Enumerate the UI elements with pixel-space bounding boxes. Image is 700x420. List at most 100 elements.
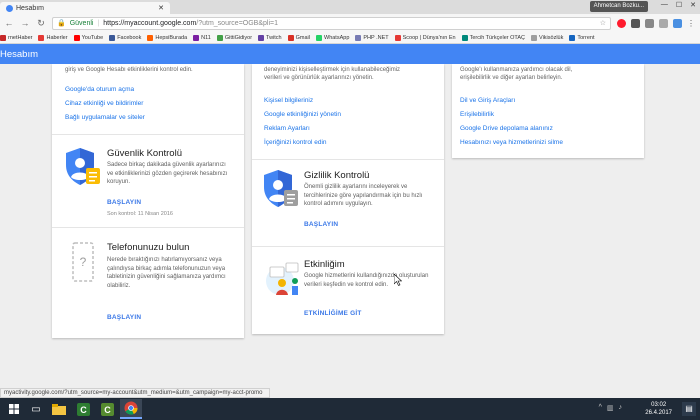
forward-icon[interactable]: → bbox=[20, 18, 30, 28]
bookmark-label: Gmail bbox=[295, 34, 310, 41]
chrome-icon[interactable] bbox=[120, 399, 142, 419]
section-intro: Google'ı kullanmanıza yardımcı olacak di… bbox=[460, 67, 573, 73]
find-phone-start-button[interactable]: BAŞLAYIN bbox=[107, 314, 141, 321]
link-ad-settings[interactable]: Reklam Ayarları bbox=[264, 125, 310, 132]
svg-text:C: C bbox=[104, 405, 111, 415]
menu-icon[interactable]: ⋮ bbox=[687, 19, 696, 28]
bookmark-item[interactable]: rnetHaber bbox=[0, 34, 33, 41]
bookmark-label: Facebook bbox=[117, 34, 142, 41]
tab-title: Hesabım bbox=[16, 4, 45, 12]
privacy-checkup-title: Gizlilik Kontrolü bbox=[304, 170, 370, 181]
sign-in-security-card: giriş ve Google Hesabı etkinliklerini ko… bbox=[52, 64, 244, 338]
my-activity-illustration-icon bbox=[266, 262, 299, 295]
mouse-cursor-icon bbox=[394, 274, 402, 286]
browser-titlebar: Hesabım ✕ Ahmetcan Bozku... — ☐ ✕ bbox=[0, 0, 700, 14]
bookmarks-bar: rnetHaber Haberler YouTube Facebook HepsiBur… bbox=[0, 32, 700, 44]
bookmark-label: GittiGidiyor bbox=[224, 34, 253, 41]
link-connected-apps[interactable]: Bağlı uygulamalar ve siteler bbox=[65, 114, 145, 121]
bookmark-label: Vikisözlük bbox=[539, 34, 564, 41]
tab-close-icon[interactable]: ✕ bbox=[158, 4, 164, 12]
notifications-icon[interactable]: ▤ bbox=[682, 402, 696, 416]
bookmark-item[interactable]: PHP .NET bbox=[355, 34, 389, 41]
task-view-icon[interactable]: ▭ bbox=[26, 400, 46, 418]
go-to-activity-button[interactable]: ETKİNLİĞİME GİT bbox=[304, 310, 362, 317]
file-explorer-icon[interactable] bbox=[48, 399, 70, 419]
privacy-start-button[interactable]: BAŞLAYIN bbox=[304, 221, 338, 228]
my-activity-title: Etkinliğim bbox=[304, 259, 345, 270]
close-window-icon[interactable]: ✕ bbox=[690, 1, 696, 9]
link-language-tools[interactable]: Dil ve Giriş Araçları bbox=[460, 97, 515, 104]
section-intro: giriş ve Google Hesabı etkinliklerini ko… bbox=[65, 67, 193, 73]
extension-icon[interactable] bbox=[645, 18, 654, 28]
profile-chip[interactable]: Ahmetcan Bozku... bbox=[589, 1, 648, 12]
bookmark-item[interactable]: Tercih Türkçeler OTAÇ bbox=[461, 34, 525, 41]
link-delete-account[interactable]: Hesabınızı veya hizmetlerinizi silme bbox=[460, 139, 563, 146]
bookmark-favicon-icon bbox=[461, 34, 468, 41]
link-google-sign-in[interactable]: Google'da oturum açma bbox=[65, 86, 134, 93]
camtasia-icon[interactable]: C bbox=[72, 399, 94, 419]
bookmark-item[interactable]: Haberler bbox=[38, 34, 68, 41]
bookmark-item[interactable]: Facebook bbox=[109, 34, 142, 41]
bookmark-item[interactable]: WhatsApp bbox=[316, 34, 350, 41]
bookmark-label: YouTube bbox=[81, 34, 104, 41]
browser-tab[interactable]: Hesabım ✕ bbox=[0, 2, 170, 14]
extension-icon[interactable] bbox=[659, 18, 668, 28]
account-header: Hesabım bbox=[0, 44, 700, 64]
privacy-card: deneyiminizi kişiselleştirmek için kulla… bbox=[252, 64, 444, 334]
bookmark-item[interactable]: YouTube bbox=[73, 34, 104, 41]
bookmark-star-icon[interactable]: ☆ bbox=[600, 19, 606, 27]
last-check-date: Son kontrol: 11 Nisan 2016 bbox=[107, 211, 173, 217]
link-device-activity[interactable]: Cihaz etkinliği ve bildirimler bbox=[65, 100, 143, 107]
extension-icon[interactable] bbox=[631, 18, 640, 28]
opera-icon[interactable] bbox=[617, 18, 626, 28]
status-url-bubble: myactivity.google.com/?utm_source=my-acc… bbox=[0, 388, 270, 398]
link-drive-storage[interactable]: Google Drive depolama alanınız bbox=[460, 125, 553, 132]
bookmark-item[interactable]: N11 bbox=[193, 34, 211, 41]
bookmark-item[interactable]: Torrent bbox=[569, 34, 595, 41]
bookmark-label: Haberler bbox=[46, 34, 68, 41]
my-activity-desc: Google hizmetlerini kullandığınızda oluş… bbox=[304, 273, 429, 288]
bookmark-item[interactable]: HepsiBurada bbox=[147, 34, 187, 41]
link-personal-info[interactable]: Kişisel bilgileriniz bbox=[264, 97, 313, 104]
back-icon[interactable]: ← bbox=[4, 18, 14, 28]
minimize-icon[interactable]: — bbox=[661, 1, 668, 9]
security-checkup-title: Güvenlik Kontrolü bbox=[107, 148, 182, 159]
svg-text:C: C bbox=[80, 405, 87, 415]
bookmark-favicon-icon bbox=[0, 34, 6, 41]
bookmark-favicon-icon bbox=[73, 34, 80, 41]
svg-text:?: ? bbox=[80, 255, 87, 269]
address-bar[interactable]: 🔒 Güvenli | https://myaccount.google.com… bbox=[52, 16, 611, 30]
clock-date: 26.4.2017 bbox=[645, 410, 672, 416]
windows-start-icon[interactable] bbox=[4, 400, 24, 418]
security-shield-icon bbox=[66, 148, 100, 185]
security-start-button[interactable]: BAŞLAYIN bbox=[107, 199, 141, 206]
clock[interactable]: 03:02 26.4.2017 bbox=[645, 401, 672, 417]
bookmark-item[interactable]: Scoop | Dünya'nın En bbox=[394, 34, 456, 41]
link-accessibility[interactable]: Erişilebilirlik bbox=[460, 111, 494, 118]
bookmark-item[interactable]: Vikisözlük bbox=[531, 34, 564, 41]
browser-toolbar: ← → ↻ 🔒 Güvenli | https://myaccount.goog… bbox=[0, 14, 700, 32]
link-control-content[interactable]: İçeriğinizi kontrol edin bbox=[264, 139, 327, 146]
bookmark-favicon-icon bbox=[316, 34, 322, 41]
tray-chevron-icon[interactable]: ^ bbox=[599, 404, 602, 412]
bookmark-favicon-icon bbox=[147, 34, 154, 41]
bookmark-item[interactable]: Twitch bbox=[258, 34, 282, 41]
bookmark-favicon-icon bbox=[38, 34, 45, 41]
link-manage-activity[interactable]: Google etkinliğinizi yönetin bbox=[264, 111, 341, 118]
lock-icon: 🔒 bbox=[57, 20, 66, 27]
network-icon[interactable]: ▥ bbox=[607, 404, 614, 412]
bookmark-item[interactable]: Gmail bbox=[287, 34, 310, 41]
maximize-icon[interactable]: ☐ bbox=[676, 1, 682, 9]
main-content: giriş ve Google Hesabı etkinliklerini ko… bbox=[0, 64, 700, 389]
section-intro: erişilebilirlik ve diğer ayarları belirl… bbox=[460, 75, 563, 81]
bookmark-label: rnetHaber bbox=[8, 34, 33, 41]
reload-icon[interactable]: ↻ bbox=[36, 18, 46, 29]
camtasia-recorder-icon[interactable]: C bbox=[96, 399, 118, 419]
extension-icon[interactable] bbox=[673, 18, 682, 28]
account-preferences-card: Google'ı kullanmanıza yardımcı olacak di… bbox=[452, 64, 644, 158]
volume-icon[interactable]: ♪ bbox=[619, 404, 623, 412]
bookmark-label: Torrent bbox=[577, 34, 595, 41]
bookmark-item[interactable]: GittiGidiyor bbox=[216, 34, 253, 41]
phone-icon: ? bbox=[72, 242, 94, 282]
bookmark-label: WhatsApp bbox=[324, 34, 350, 41]
